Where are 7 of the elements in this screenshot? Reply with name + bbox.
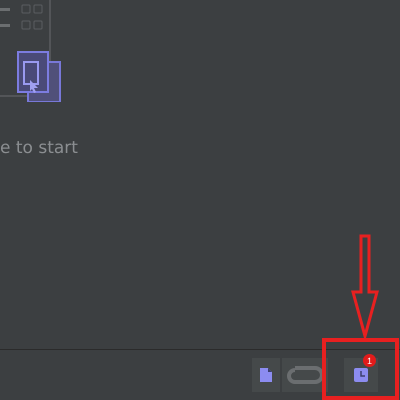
notification-badge: 1 <box>363 354 376 367</box>
file-icon <box>259 367 273 383</box>
link-icon <box>287 365 323 385</box>
hint-text: e to start <box>0 138 78 158</box>
toolbar-button[interactable] <box>252 358 280 392</box>
clock-icon <box>354 368 368 382</box>
toolbar-button[interactable] <box>282 358 328 392</box>
